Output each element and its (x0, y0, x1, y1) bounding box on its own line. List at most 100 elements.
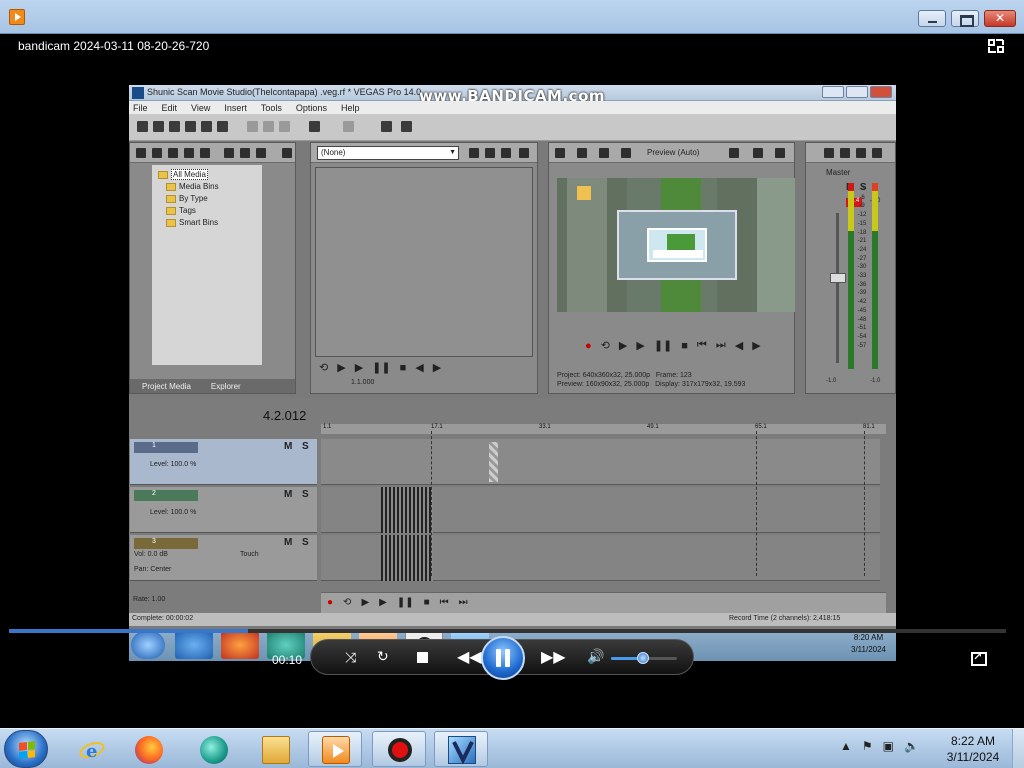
taskbar-chat-app[interactable] (186, 731, 240, 767)
video-area[interactable]: bandicam 2024-03-11 08-20-26-720 Shunic … (9, 34, 1015, 728)
meter-scale-label: -15 (857, 220, 867, 227)
preview-frame (557, 178, 795, 312)
disc-icon (200, 148, 210, 158)
play-from-start-icon: ▶ (618, 340, 628, 352)
marker-line (864, 431, 865, 576)
audio-clip-strip (381, 535, 433, 581)
taskbar-firefox[interactable] (121, 731, 175, 767)
solo-button: S (302, 489, 309, 500)
meter-scale-label: -27 (857, 255, 867, 262)
tree-item-all-media: All Media (158, 169, 208, 180)
track-level: Level: 100.0 % (150, 461, 197, 468)
start-icon (131, 631, 165, 659)
vegas-logo-icon (132, 87, 144, 99)
volume-icon[interactable]: 🔊 (587, 648, 604, 665)
taskbar-bandicam[interactable] (372, 731, 426, 767)
master-label: Master (826, 168, 851, 177)
tree-item-tags: Tags (166, 205, 196, 216)
render-icon (185, 121, 196, 132)
tree-item-smart-bins: Smart Bins (166, 217, 218, 228)
loop-icon: ⟲ (319, 362, 329, 374)
fast-forward-icon[interactable]: ▶▶ (541, 647, 566, 667)
taskbar-internet-explorer[interactable]: e (64, 731, 118, 767)
bandicam-icon (386, 736, 414, 764)
meter-scale-label: -30 (857, 264, 867, 271)
trimmer-panel: (None) ⟲ ▶ ▶ ❚❚ ■ ◀ ▶ 1.1.000 (310, 142, 538, 394)
track-header-1: 1 M S Level: 100.0 % (130, 439, 317, 485)
pause-button[interactable] (481, 636, 525, 680)
next-frame-icon: ▶ (432, 362, 442, 374)
taskbar-vegas[interactable] (434, 731, 488, 767)
redo-icon (343, 121, 354, 132)
window-titlebar[interactable] (0, 0, 1024, 34)
svg-text:e: e (86, 741, 97, 762)
internet-explorer-icon: e (78, 736, 106, 764)
meter-scale-label: -57 (857, 342, 867, 349)
track-pan: Pan: Center (134, 566, 172, 573)
timeline-ruler: 1.1 17.1 33.1 49.1 65.1 81.1 (321, 424, 886, 434)
repeat-icon[interactable]: ↻ (377, 648, 389, 665)
preview-toolbar: Preview (Auto) (549, 143, 794, 163)
track-header-2: 2 M S Level: 100.0 % (130, 487, 317, 533)
shuffle-icon[interactable]: ⤨ (345, 649, 356, 666)
start-button[interactable] (4, 730, 48, 768)
trimmer-display (315, 167, 533, 357)
preview-info: Project: 640x360x32, 25.000p Frame: 123 … (557, 372, 746, 388)
menu-file: File (133, 102, 148, 113)
clock-date: 3/11/2024 (946, 750, 1000, 764)
taskbar-file-explorer[interactable] (248, 731, 302, 767)
show-hidden-icons-icon[interactable]: ▲ (840, 739, 852, 753)
volume-muted-icon[interactable]: 🔈 (904, 739, 919, 753)
master-fader (830, 273, 846, 283)
volume-slider[interactable] (611, 652, 677, 664)
meter-scale-label: -45 (857, 307, 867, 314)
meter-left (848, 183, 854, 369)
media-fx-icon (240, 148, 250, 158)
ruler-mark: 1.1 (323, 424, 332, 430)
system-tray: ▲ ⚑ ▣ 🔈 (840, 739, 919, 753)
track-volume: Vol: 0.0 dB (134, 551, 168, 558)
rewind-icon[interactable]: ◀◀ (457, 647, 482, 667)
internet-explorer-icon (175, 631, 213, 659)
close-button[interactable] (984, 10, 1016, 27)
marker-line (431, 431, 432, 576)
mixer-options-icon (872, 148, 882, 158)
volume-knob[interactable] (636, 652, 649, 664)
play-from-start-icon: ▶ (361, 597, 370, 608)
project-media-tabs: Project Media Explorer (130, 379, 295, 393)
collapse-icon[interactable] (987, 38, 1005, 54)
maximize-button[interactable] (951, 10, 979, 27)
properties-icon (201, 121, 212, 132)
current-time: 00:10 (272, 653, 303, 667)
minimize-button[interactable] (918, 10, 946, 27)
copy-icon (263, 121, 274, 132)
network-icon[interactable]: ▣ (883, 739, 894, 753)
fullscreen-button[interactable] (971, 650, 987, 666)
web-icon (184, 148, 194, 158)
mixer-properties-icon (824, 148, 834, 158)
system-clock[interactable]: 8:22 AM 3/11/2024 (944, 733, 1002, 765)
track-lane-3 (321, 535, 880, 581)
meter-scale-label: -33 (857, 273, 867, 280)
split-screen-icon (599, 148, 609, 158)
go-start-icon: ⏮ (696, 339, 707, 351)
clock-time: 8:22 AM (950, 734, 996, 748)
preview-quality-dropdown: Preview (Auto) (647, 148, 700, 157)
stop-icon[interactable] (417, 652, 428, 663)
track-lane-1 (321, 439, 880, 485)
pause-icon: ❚❚ (653, 340, 673, 352)
snapshot-icon (753, 148, 763, 158)
status-left: Complete: 00:00:02 (132, 615, 194, 622)
show-desktop-button[interactable] (1012, 729, 1024, 768)
solo-button: S (302, 441, 309, 452)
prev-frame-icon: ◀ (734, 340, 744, 352)
seek-bar[interactable] (9, 629, 1006, 633)
vegas-menubar: File Edit View Insert Tools Options Help (129, 101, 896, 114)
meter-scale-label: -54 (857, 333, 867, 340)
taskbar-media-player[interactable] (308, 731, 362, 767)
recording-title: bandicam 2024-03-11 08-20-26-720 (18, 39, 210, 53)
save-icon (169, 121, 180, 132)
trimmer-media-dropdown: (None) (317, 146, 459, 160)
action-center-icon[interactable]: ⚑ (862, 739, 873, 753)
play-from-start-icon: ▶ (337, 362, 346, 374)
